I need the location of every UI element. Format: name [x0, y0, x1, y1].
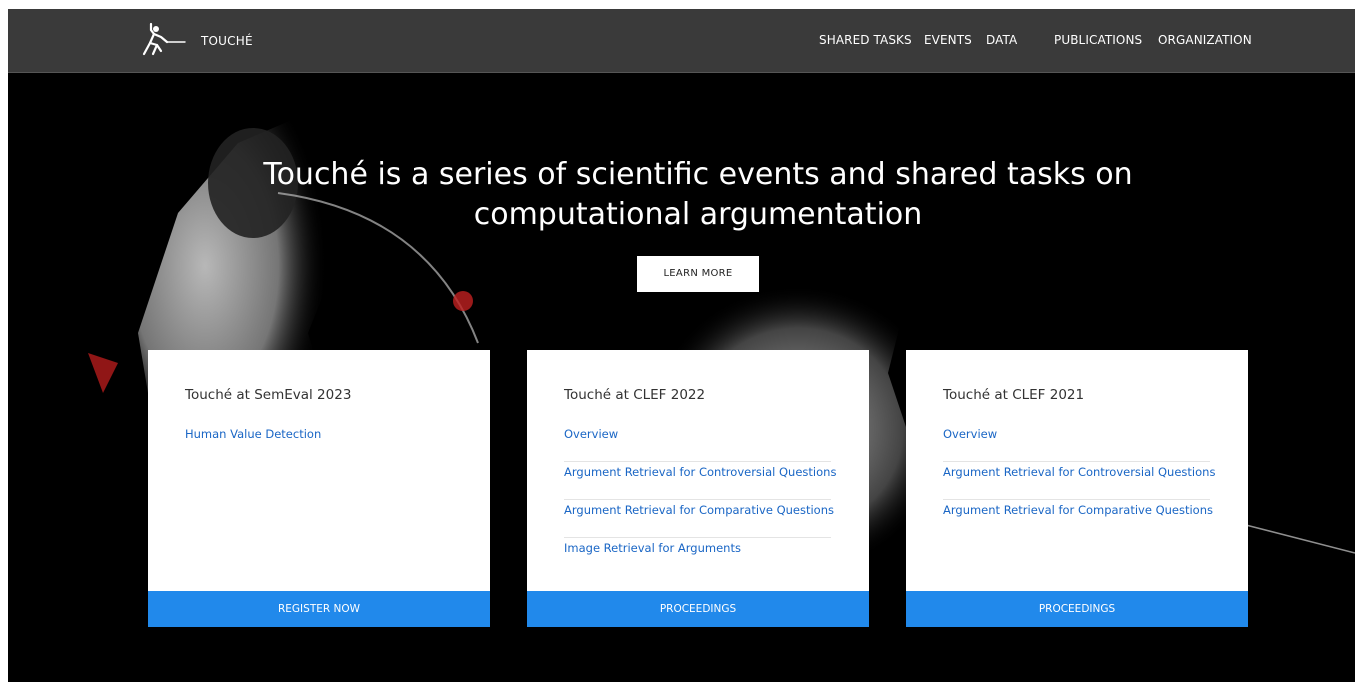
nav-events[interactable]: EVENTS — [924, 33, 972, 47]
card-links: Overview Argument Retrieval for Controve… — [564, 426, 836, 578]
proceedings-button[interactable]: PROCEEDINGS — [527, 591, 869, 627]
card-link-human-value-detection[interactable]: Human Value Detection — [185, 426, 452, 462]
main-nav: SHARED TASKS EVENTS DATA PUBLICATIONS OR… — [8, 9, 1355, 72]
card-links: Human Value Detection — [185, 426, 452, 464]
register-now-button[interactable]: REGISTER NOW — [148, 591, 490, 627]
card-link-overview[interactable]: Overview — [943, 426, 1210, 462]
card-link-comparative[interactable]: Argument Retrieval for Comparative Quest… — [943, 502, 1213, 538]
proceedings-button[interactable]: PROCEEDINGS — [906, 591, 1248, 627]
card-title: Touché at CLEF 2021 — [943, 387, 1085, 403]
card-links: Overview Argument Retrieval for Controve… — [943, 426, 1215, 540]
event-card-semeval-2023: Touché at SemEval 2023 Human Value Detec… — [148, 350, 490, 627]
card-title: Touché at SemEval 2023 — [185, 387, 352, 403]
card-link-overview[interactable]: Overview — [564, 426, 831, 462]
card-link-controversial[interactable]: Argument Retrieval for Controversial Que… — [564, 464, 836, 500]
page-frame: TOUCHÉ SHARED TASKS EVENTS DATA PUBLICAT… — [8, 9, 1355, 682]
nav-data[interactable]: DATA — [986, 33, 1017, 47]
card-title: Touché at CLEF 2022 — [564, 387, 706, 403]
learn-more-button[interactable]: LEARN MORE — [637, 256, 759, 292]
nav-publications[interactable]: PUBLICATIONS — [1054, 33, 1142, 47]
card-link-image-retrieval[interactable]: Image Retrieval for Arguments — [564, 540, 831, 576]
nav-organization[interactable]: ORGANIZATION — [1158, 33, 1252, 47]
nav-shared-tasks[interactable]: SHARED TASKS — [819, 33, 912, 47]
card-link-controversial[interactable]: Argument Retrieval for Controversial Que… — [943, 464, 1215, 500]
event-card-clef-2022: Touché at CLEF 2022 Overview Argument Re… — [527, 350, 869, 627]
card-link-comparative[interactable]: Argument Retrieval for Comparative Quest… — [564, 502, 834, 538]
top-navbar: TOUCHÉ SHARED TASKS EVENTS DATA PUBLICAT… — [8, 9, 1355, 73]
hero-title: Touché is a series of scientific events … — [263, 157, 1133, 232]
event-card-clef-2021: Touché at CLEF 2021 Overview Argument Re… — [906, 350, 1248, 627]
